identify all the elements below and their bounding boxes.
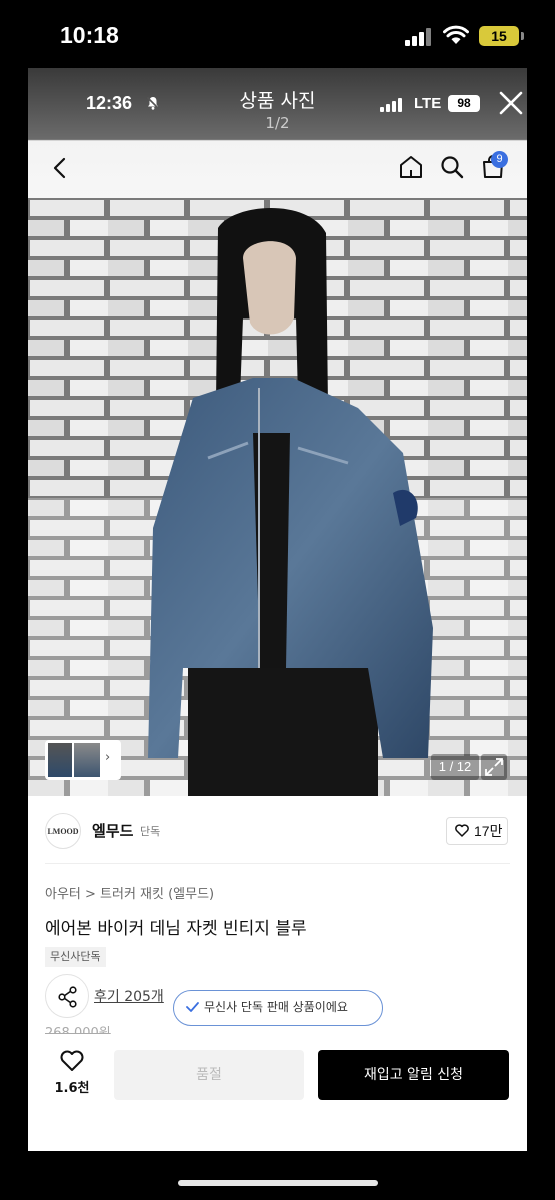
brand-logo[interactable]: LMOOD — [45, 813, 81, 849]
lte-label: LTE — [414, 95, 442, 112]
check-icon — [186, 1002, 199, 1012]
exclusive-badge: 무신사단독 — [45, 947, 106, 967]
photo-counter: 1 / 12 — [431, 754, 479, 780]
inner-signal-icon — [380, 98, 402, 112]
search-icon[interactable] — [439, 154, 465, 180]
battery-indicator: 15 — [479, 26, 524, 46]
thumbnail-image[interactable] — [74, 743, 100, 777]
back-icon[interactable] — [50, 156, 70, 180]
category-breadcrumb[interactable]: 아우터 > 트러커 재킷 (엘무드) — [45, 883, 214, 902]
home-indicator — [178, 1180, 378, 1186]
thumbnail-image[interactable] — [48, 743, 72, 777]
brand-like-button[interactable]: 17만 — [446, 817, 508, 845]
product-title: 에어본 바이커 데님 자켓 빈티지 블루 — [45, 919, 307, 939]
shop-header: 9 — [28, 146, 527, 198]
favorite-count: 1.6천 — [54, 1081, 90, 1096]
close-icon[interactable] — [498, 90, 524, 116]
heart-icon — [60, 1050, 84, 1071]
photo-thumbnail-strip[interactable]: › — [45, 740, 121, 780]
wifi-icon — [443, 25, 469, 44]
exclusive-info-tooltip: 무신사 단독 판매 상품이에요 — [173, 990, 383, 1026]
os-status-bar: 10:18 15 — [0, 0, 555, 68]
product-photo-image — [28, 198, 527, 796]
viewer-page-counter: 1/2 — [265, 114, 290, 132]
product-photo[interactable] — [28, 198, 527, 796]
cellular-signal-icon — [405, 28, 433, 46]
heart-icon — [455, 824, 469, 837]
soldout-button[interactable]: 품절 — [114, 1050, 304, 1100]
brand-name[interactable]: 엘무드 — [92, 820, 133, 841]
expand-icon[interactable] — [481, 754, 507, 780]
favorite-button[interactable]: 1.6천 — [50, 1050, 94, 1102]
home-icon[interactable] — [398, 154, 424, 180]
restock-alert-button[interactable]: 재입고 알림 신청 — [318, 1050, 509, 1100]
cart-count-badge: 9 — [491, 151, 508, 168]
review-count-link[interactable]: 후기 205개 — [94, 986, 164, 1006]
chevron-right-icon: › — [105, 750, 111, 765]
divider — [45, 863, 510, 864]
screenshot-frame: 12:36 상품 사진 1/2 LTE 98 9 › 1 / 12 LMOOD … — [28, 68, 527, 1151]
share-icon — [58, 986, 77, 1008]
bottom-action-bar: 1.6천 품절 재입고 알림 신청 — [28, 1034, 527, 1151]
brand-like-count: 17만 — [474, 823, 503, 839]
brand-exclusive-tag: 단독 — [140, 825, 161, 838]
exclusive-info-text: 무신사 단독 판매 상품이에요 — [204, 1000, 348, 1014]
inner-battery: 98 — [448, 95, 480, 112]
share-button[interactable] — [45, 974, 89, 1018]
os-time: 10:18 — [60, 22, 119, 48]
